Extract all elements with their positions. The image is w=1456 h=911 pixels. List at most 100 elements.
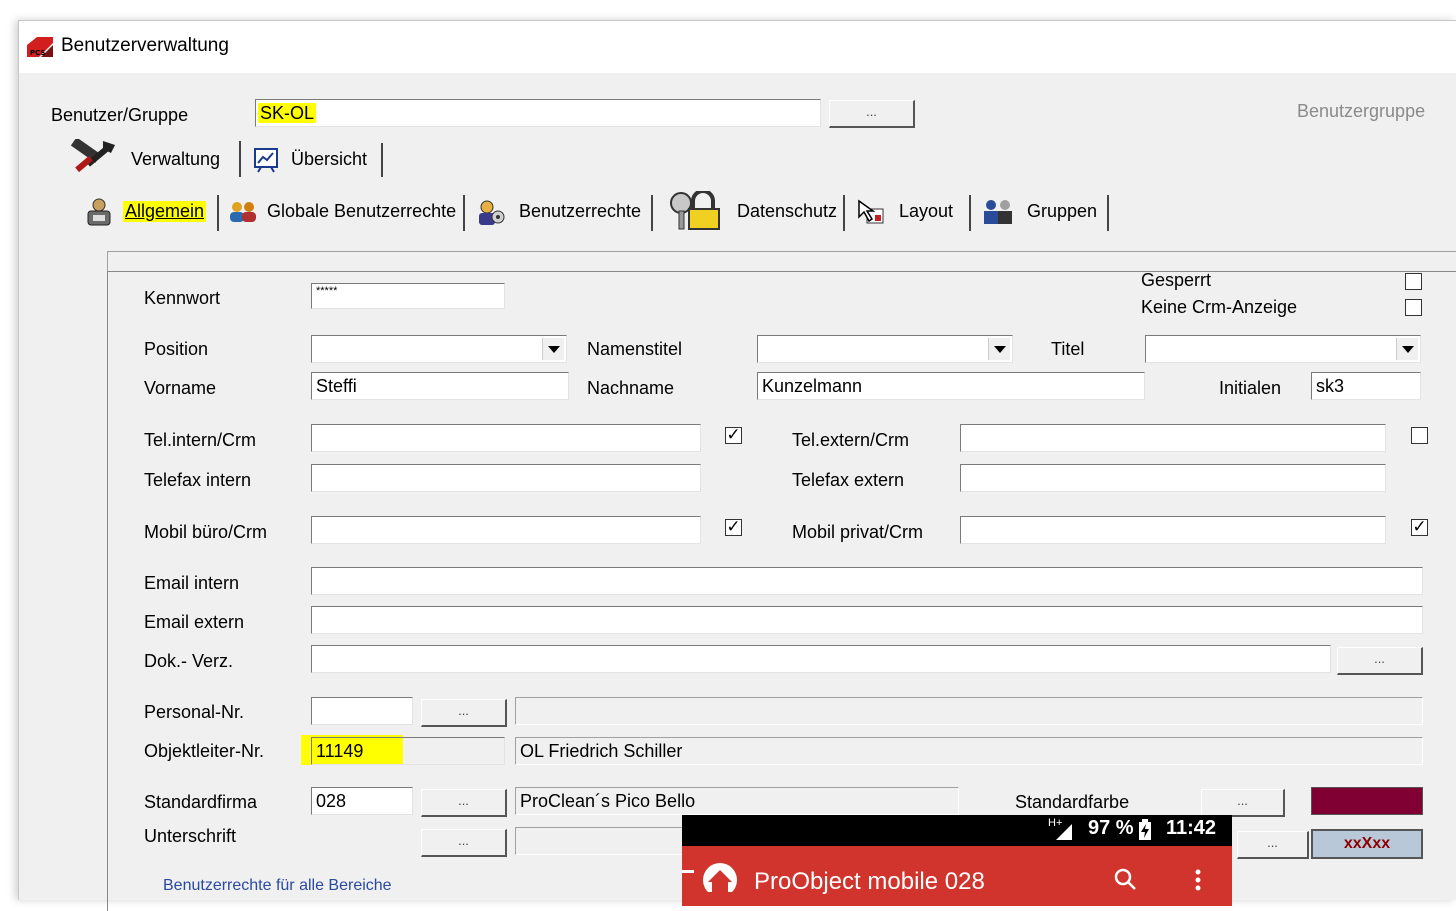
default-color-browse-button[interactable]: ...: [1201, 789, 1285, 817]
phone-status-bar: H+ 97 % 11:42: [682, 815, 1232, 846]
mobile-private-crm-checkbox[interactable]: ✓: [1411, 518, 1428, 536]
object-manager-number-value: 11149: [316, 741, 364, 761]
tab-globale-benutzerrechte[interactable]: Globale Benutzerrechte: [227, 197, 465, 231]
signature-browse-button[interactable]: ...: [421, 829, 507, 857]
initialen-label: Initialen: [1219, 378, 1282, 398]
general-settings-icon: [87, 198, 111, 226]
title-select[interactable]: [1145, 335, 1421, 363]
tab-benutzerrechte-label: Benutzerrechte: [519, 201, 642, 221]
tab-verwaltung[interactable]: Verwaltung: [67, 137, 237, 181]
default-color-swatch[interactable]: [1311, 787, 1423, 815]
tab-allgemein[interactable]: Allgemein: [83, 195, 207, 231]
email-intern-label: Email intern: [144, 573, 240, 593]
user-group-browse-button[interactable]: ...: [829, 100, 915, 128]
mobile-office-crm-checkbox[interactable]: ✓: [725, 518, 742, 536]
layout-pointer-icon: [858, 199, 884, 224]
telefax-extern-label: Telefax extern: [792, 470, 905, 490]
tab-divider: [969, 195, 971, 231]
mobile-office-input[interactable]: [311, 516, 701, 544]
home-logo-icon: [703, 863, 737, 892]
padlock-key-icon: [670, 191, 720, 230]
user-group-label: Benutzer/Gruppe: [51, 105, 189, 125]
object-manager-number-input[interactable]: 11149: [311, 737, 505, 765]
vorname-label: Vorname: [144, 378, 217, 398]
window-title: Benutzerverwaltung: [61, 35, 229, 56]
battery-charging-icon: [1139, 819, 1151, 840]
tab-layout[interactable]: Layout: [855, 197, 965, 231]
chevron-down-icon[interactable]: [1396, 338, 1418, 360]
document-directory-browse-button[interactable]: ...: [1337, 647, 1423, 675]
no-crm-checkbox[interactable]: [1405, 299, 1422, 316]
default-company-browse-button[interactable]: ...: [421, 789, 507, 817]
signature-display: [515, 827, 705, 855]
mobil-buero-label: Mobil büro/Crm: [144, 522, 268, 542]
chevron-down-icon[interactable]: [542, 338, 564, 360]
app-logo-icon: PCS: [27, 35, 53, 57]
tab-divider: [217, 195, 219, 231]
password-input[interactable]: *****: [311, 283, 505, 309]
sample-text-preview: xxXxx: [1311, 829, 1423, 859]
titel-label: Titel: [1051, 339, 1085, 359]
user-rights-icon: [479, 200, 505, 225]
tab-divider: [843, 195, 845, 231]
phone-internal-crm-checkbox[interactable]: ✓: [725, 426, 742, 444]
personnel-name-display: [515, 697, 1423, 725]
tab-verwaltung-label: Verwaltung: [131, 149, 221, 169]
user-group-hint: Benutzergruppe: [1297, 101, 1426, 121]
user-group-value: SK-OL: [258, 103, 317, 123]
tab-divider: [1107, 195, 1109, 231]
initials-input[interactable]: sk3: [1311, 372, 1421, 400]
personnel-number-browse-button[interactable]: ...: [421, 699, 507, 727]
more-options-icon[interactable]: [1194, 868, 1202, 892]
tab-benutzerrechte[interactable]: Benutzerrechte: [475, 197, 647, 231]
locked-checkbox[interactable]: [1405, 273, 1422, 290]
position-select[interactable]: [311, 335, 567, 363]
first-name-input[interactable]: Steffi: [311, 372, 569, 400]
tab-divider: [651, 195, 653, 231]
tab-globale-benutzerrechte-label: Globale Benutzerrechte: [267, 201, 457, 221]
fax-external-input[interactable]: [960, 464, 1386, 492]
mobil-privat-label: Mobil privat/Crm: [792, 522, 924, 542]
menu-icon[interactable]: [682, 870, 694, 873]
last-name-input[interactable]: Kunzelmann: [757, 372, 1145, 400]
tab-divider: [381, 143, 383, 177]
position-label: Position: [144, 339, 209, 359]
default-company-input[interactable]: 028: [311, 787, 413, 815]
tab-gruppen[interactable]: Gruppen: [981, 197, 1109, 231]
kennwort-label: Kennwort: [144, 288, 221, 308]
keine-crm-label: Keine Crm-Anzeige: [1141, 297, 1298, 317]
fax-internal-input[interactable]: [311, 464, 701, 492]
gesperrt-label: Gesperrt: [1141, 270, 1212, 290]
rights-all-areas-link[interactable]: Benutzerrechte für alle Bereiche: [163, 877, 392, 895]
phone-external-input[interactable]: [960, 424, 1386, 452]
object-manager-name-display: OL Friedrich Schiller: [515, 737, 1423, 765]
mobile-private-input[interactable]: [960, 516, 1386, 544]
tab-divider: [239, 141, 241, 177]
telefax-intern-label: Telefax intern: [144, 470, 252, 490]
personnel-number-input[interactable]: [311, 697, 413, 725]
default-company-name-display: ProClean´s Pico Bello: [515, 787, 959, 815]
phone-internal-input[interactable]: [311, 424, 701, 452]
user-management-window: PCS Benutzerverwaltung Benutzer/Gruppe S…: [18, 20, 1456, 911]
document-directory-input[interactable]: [311, 645, 1331, 673]
users-group-icon: [230, 202, 256, 222]
dok-verz-label: Dok.- Verz.: [144, 651, 234, 671]
tel-intern-label: Tel.intern/Crm: [144, 430, 257, 450]
signal-strength-icon: [1056, 824, 1072, 840]
tab-datenschutz[interactable]: Datenschutz: [665, 189, 843, 233]
namenstitel-label: Namenstitel: [587, 339, 683, 359]
email-internal-input[interactable]: [311, 567, 1423, 595]
chevron-down-icon[interactable]: [988, 338, 1010, 360]
tab-gruppen-label: Gruppen: [1027, 201, 1098, 221]
user-group-input[interactable]: SK-OL: [255, 99, 821, 127]
phone-screenshot-overlay: H+ 97 % 11:42 ProObject mobile 028: [682, 815, 1232, 906]
battery-percentage: 97 %: [1088, 817, 1134, 839]
name-title-select[interactable]: [757, 335, 1013, 363]
sample-browse-button[interactable]: ...: [1237, 831, 1309, 859]
phone-external-crm-checkbox[interactable]: [1411, 427, 1428, 444]
tab-uebersicht[interactable]: Übersicht: [251, 143, 383, 179]
email-external-input[interactable]: [311, 606, 1423, 634]
tab-divider: [463, 195, 465, 231]
title-bar: PCS Benutzerverwaltung: [19, 21, 1456, 73]
email-extern-label: Email extern: [144, 612, 245, 632]
